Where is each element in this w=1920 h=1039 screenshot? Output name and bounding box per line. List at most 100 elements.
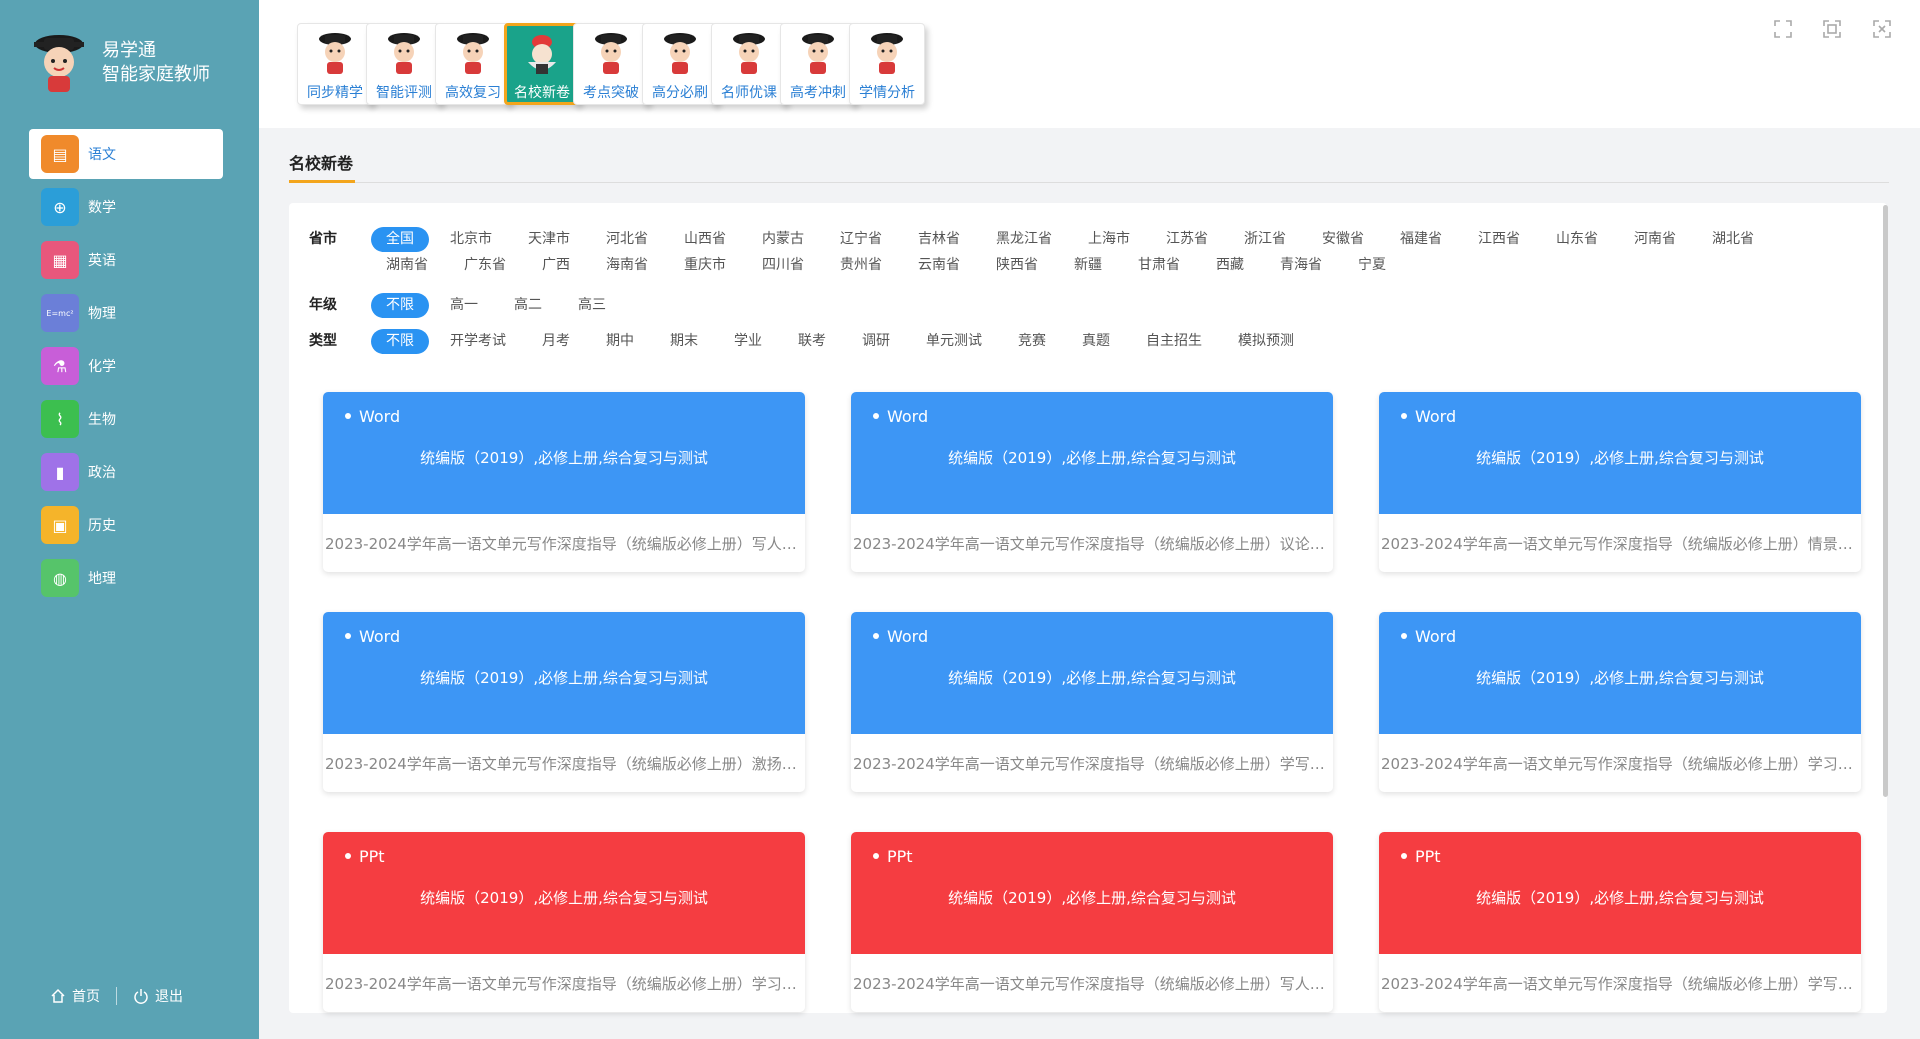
filter-option[interactable]: 新疆 — [1059, 253, 1117, 278]
tool-label: 学情分析 — [859, 85, 915, 101]
bullet-dot-icon — [345, 412, 351, 419]
filter-option[interactable]: 天津市 — [513, 227, 585, 252]
tool-label: 名师优课 — [721, 85, 777, 101]
filter-option[interactable]: 不限 — [371, 329, 429, 354]
fit-screen-icon[interactable] — [1772, 18, 1794, 40]
nav-item-6[interactable]: ⌇ 生物 — [29, 394, 223, 444]
nav-item-label: 数学 — [88, 200, 116, 216]
tool-efficient-review[interactable]: 高效复习 — [435, 23, 511, 105]
paper-card[interactable]: Word 统编版（2019）,必修上册,综合复习与测试 2023-2024学年高一语… — [323, 392, 805, 572]
paper-card[interactable]: PPt 统编版（2019）,必修上册,综合复习与测试 2023-2024学年高一语文… — [323, 832, 805, 1012]
filter-option[interactable]: 高三 — [563, 293, 621, 318]
tool-master-lessons[interactable]: 名师优课 — [711, 23, 787, 105]
filter-option[interactable]: 高二 — [499, 293, 557, 318]
filter-option[interactable]: 福建省 — [1385, 227, 1457, 252]
fullscreen-icon[interactable] — [1821, 18, 1843, 40]
logout-button[interactable]: 退出 — [133, 986, 183, 1006]
tool-smart-assessment[interactable]: 智能评测 — [366, 23, 442, 105]
paper-card[interactable]: PPt 统编版（2019）,必修上册,综合复习与测试 2023-2024学年高一语文… — [851, 832, 1333, 1012]
filter-option[interactable]: 期中 — [591, 329, 649, 354]
nav-item-7[interactable]: ▮ 政治 — [29, 447, 223, 497]
filter-option[interactable]: 湖南省 — [371, 253, 443, 278]
filter-option[interactable]: 四川省 — [747, 253, 819, 278]
scrollbar[interactable] — [1883, 205, 1888, 797]
filter-option[interactable]: 月考 — [527, 329, 585, 354]
filter-option[interactable]: 山东省 — [1541, 227, 1613, 252]
filter-option[interactable]: 江苏省 — [1151, 227, 1223, 252]
tool-high-score-drill[interactable]: 高分必刷 — [642, 23, 718, 105]
nav-item-5[interactable]: ⚗ 化学 — [29, 341, 223, 391]
filter-option[interactable]: 不限 — [371, 293, 429, 318]
tool-elite-school-papers[interactable]: 名校新卷 — [504, 23, 580, 105]
filter-option[interactable]: 全国 — [371, 227, 429, 252]
tool-learning-analysis[interactable]: 学情分析 — [849, 23, 925, 105]
file-type-label: PPt — [1415, 847, 1441, 866]
nav-item-1[interactable]: ▤ 语文 — [29, 129, 223, 179]
filter-option[interactable]: 竞赛 — [1003, 329, 1061, 354]
home-button[interactable]: 首页 — [50, 986, 100, 1006]
paper-card[interactable]: Word 统编版（2019）,必修上册,综合复习与测试 2023-2024学年高一语… — [1379, 612, 1861, 792]
filter-option[interactable]: 上海市 — [1073, 227, 1145, 252]
paper-card[interactable]: Word 统编版（2019）,必修上册,综合复习与测试 2023-2024学年高一语… — [1379, 392, 1861, 572]
paper-card[interactable]: Word 统编版（2019）,必修上册,综合复习与测试 2023-2024学年高一语… — [851, 612, 1333, 792]
filter-option[interactable]: 湖北省 — [1697, 227, 1769, 252]
filter-option[interactable]: 模拟预测 — [1223, 329, 1309, 354]
filter-option[interactable]: 真题 — [1067, 329, 1125, 354]
power-icon — [134, 989, 148, 1004]
filter-option[interactable]: 开学考试 — [435, 329, 521, 354]
filter-option[interactable]: 辽宁省 — [825, 227, 897, 252]
filter-row-1: 省市 全国 北京市 天津市 河北省 山西省 内蒙古 辽宁省 吉林省 黑龙江省 上海市 江苏省 浙江省 安徽… — [309, 227, 1831, 278]
bar-chart-icon: ▮ — [41, 453, 79, 491]
paper-card[interactable]: Word 统编版（2019）,必修上册,综合复习与测试 2023-2024学年高一语… — [851, 392, 1333, 572]
filter-option[interactable]: 吉林省 — [903, 227, 975, 252]
filter-option[interactable]: 江西省 — [1463, 227, 1535, 252]
filter-option[interactable]: 内蒙古 — [747, 227, 819, 252]
mascot-logo-icon — [34, 35, 84, 92]
nav-item-4[interactable]: E=mc² 物理 — [29, 288, 223, 338]
file-type-badge: Word — [873, 627, 928, 646]
filter-option[interactable]: 高一 — [435, 293, 493, 318]
filter-option[interactable]: 北京市 — [435, 227, 507, 252]
filter-option[interactable]: 安徽省 — [1307, 227, 1379, 252]
filter-option[interactable]: 调研 — [847, 329, 905, 354]
dna-icon: ⌇ — [41, 400, 79, 438]
file-type-label: Word — [887, 407, 929, 426]
paper-card[interactable]: Word 统编版（2019）,必修上册,综合复习与测试 2023-2024学年高一语… — [323, 612, 805, 792]
tool-gaokao-sprint[interactable]: 高考冲刺 — [780, 23, 856, 105]
tool-sync-study[interactable]: 同步精学 — [297, 23, 373, 105]
filter-option[interactable]: 云南省 — [903, 253, 975, 278]
filter-option[interactable]: 宁夏 — [1343, 253, 1401, 278]
filter-option[interactable]: 甘肃省 — [1123, 253, 1195, 278]
filter-option[interactable]: 河南省 — [1619, 227, 1691, 252]
filter-option[interactable]: 山西省 — [669, 227, 741, 252]
paper-card[interactable]: PPt 统编版（2019）,必修上册,综合复习与测试 2023-2024学年高一语文… — [1379, 832, 1861, 1012]
filter-option[interactable]: 广西 — [527, 253, 585, 278]
tool-key-points[interactable]: 考点突破 — [573, 23, 649, 105]
nav-item-8[interactable]: ▣ 历史 — [29, 500, 223, 550]
filter-option[interactable]: 海南省 — [591, 253, 663, 278]
filter-option[interactable]: 浙江省 — [1229, 227, 1301, 252]
close-icon[interactable] — [1871, 18, 1893, 40]
filter-option[interactable]: 西藏 — [1201, 253, 1259, 278]
file-type-label: Word — [359, 627, 401, 646]
filter-option[interactable]: 期末 — [655, 329, 713, 354]
filter-option[interactable]: 自主招生 — [1131, 329, 1217, 354]
filter-option[interactable]: 单元测试 — [911, 329, 997, 354]
filter-option[interactable]: 陕西省 — [981, 253, 1053, 278]
filter-option[interactable]: 青海省 — [1265, 253, 1337, 278]
card-title: 2023-2024学年高一语文单元写作深度指导（统编版必修上册）议论要... — [853, 535, 1333, 553]
nav-item-3[interactable]: ▦ 英语 — [29, 235, 223, 285]
filter-option[interactable]: 学业 — [719, 329, 777, 354]
filter-option[interactable]: 贵州省 — [825, 253, 897, 278]
filter-option[interactable]: 河北省 — [591, 227, 663, 252]
filter-option[interactable]: 广东省 — [449, 253, 521, 278]
filter-option[interactable]: 重庆市 — [669, 253, 741, 278]
nav-item-9[interactable]: ◍ 地理 — [29, 553, 223, 603]
nav-item-2[interactable]: ⊕ 数学 — [29, 182, 223, 232]
tool-label: 高分必刷 — [652, 85, 708, 101]
filter-option[interactable]: 联考 — [783, 329, 841, 354]
filter-option[interactable]: 黑龙江省 — [981, 227, 1067, 252]
filter-label: 省市 — [309, 231, 337, 247]
file-type-label: Word — [887, 627, 929, 646]
title-divider — [289, 182, 1889, 183]
